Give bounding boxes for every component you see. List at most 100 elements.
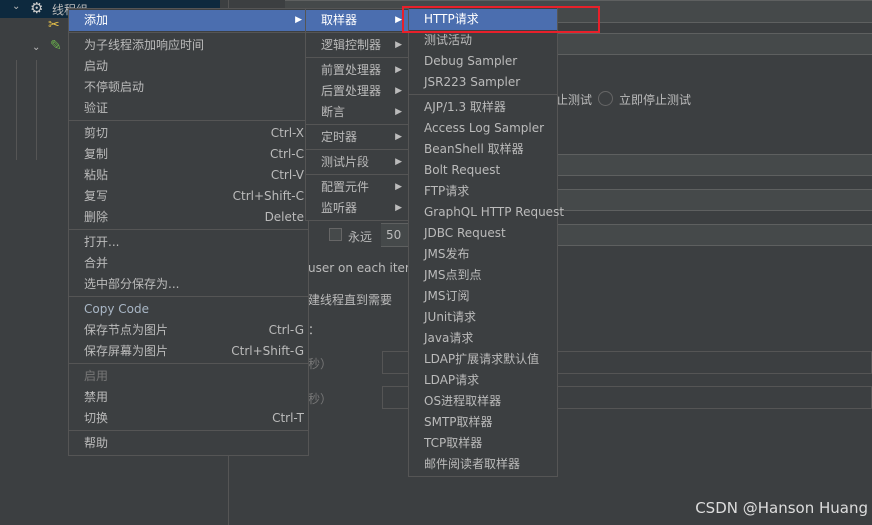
menu-item[interactable]: 配置元件 ▶ [306, 177, 408, 198]
menu-item[interactable]: SMTP取样器 [409, 412, 557, 433]
ramp-up-field[interactable] [545, 189, 872, 211]
pipette-icon: ✎ [50, 38, 62, 54]
menu-item-label: LDAP扩展请求默认值 [424, 352, 540, 366]
menu-item[interactable]: TCP取样器 [409, 433, 557, 454]
menu-item[interactable]: 合并 [69, 253, 308, 274]
forever-checkbox[interactable] [329, 228, 342, 241]
menu-shortcut: Ctrl+Shift-C [232, 189, 304, 203]
watermark: CSDN @Hanson Huang [695, 499, 868, 517]
loop-field[interactable] [545, 224, 872, 246]
menu-item[interactable]: 粘贴 Ctrl-V [69, 165, 308, 186]
submenu-arrow-icon: ▶ [395, 107, 402, 117]
menu-item-label: SMTP取样器 [424, 415, 493, 429]
menu-item[interactable]: 定时器 ▶ [306, 127, 408, 148]
menu-item[interactable]: 添加 ▶ [69, 10, 308, 31]
menu-item[interactable]: JDBC Request [409, 223, 557, 244]
menu-item[interactable]: 帮助 [69, 433, 308, 454]
menu-item[interactable]: JMS订阅 [409, 286, 557, 307]
menu-item[interactable]: 邮件阅读者取样器 [409, 454, 557, 475]
menu-item[interactable]: LDAP扩展请求默认值 [409, 349, 557, 370]
menu-item-label: OS进程取样器 [424, 394, 502, 408]
menu-item-label: Copy Code [84, 302, 149, 316]
menu-item-label: 断言 [321, 105, 346, 119]
tools-icon: ✂ [48, 17, 60, 33]
menu-item-label: 合并 [84, 256, 109, 270]
menu-item[interactable]: 逻辑控制器 ▶ [306, 35, 408, 56]
menu-item[interactable]: 复制 Ctrl-C [69, 144, 308, 165]
menu-item[interactable]: AJP/1.3 取样器 [409, 97, 557, 118]
menu-item-label: JMS发布 [424, 247, 470, 261]
gear-icon: ⚙ [30, 0, 44, 17]
menu-item[interactable]: 删除 Delete [69, 207, 308, 228]
menu-item-label: TCP取样器 [424, 436, 483, 450]
submenu-arrow-icon: ▶ [395, 157, 402, 167]
menu-item-label: LDAP请求 [424, 373, 480, 387]
menu-item[interactable]: LDAP请求 [409, 370, 557, 391]
menu-item-label: JDBC Request [424, 226, 506, 240]
menu-item[interactable]: Access Log Sampler [409, 118, 557, 139]
submenu-arrow-icon: ▶ [395, 65, 402, 75]
menu-item[interactable]: 后置处理器 ▶ [306, 81, 408, 102]
menu-item-label: 帮助 [84, 436, 109, 450]
menu-item[interactable]: JSR223 Sampler [409, 72, 557, 93]
submenu-arrow-icon: ▶ [395, 86, 402, 96]
context-menu: 添加 ▶ 为子线程添加响应时间 启动 不停顿启动验证剪切 Ctrl-X 复制 Ctrl-C 粘贴… [68, 8, 309, 456]
menu-item[interactable]: 断言 ▶ [306, 102, 408, 123]
submenu-arrow-icon: ▶ [295, 15, 302, 25]
loop-count-input[interactable]: 50 [381, 223, 411, 247]
menu-item-label: 启用 [84, 369, 109, 383]
menu-item[interactable]: 不停顿启动 [69, 77, 308, 98]
chevron-down-icon[interactable]: ⌄ [12, 1, 20, 12]
menu-item[interactable]: Debug Sampler [409, 51, 557, 72]
forever-label: 永远 [348, 230, 373, 244]
menu-item-label: Java请求 [424, 331, 474, 345]
menu-item[interactable]: 启用 [69, 366, 308, 387]
menu-item[interactable]: 禁用 [69, 387, 308, 408]
menu-item[interactable]: JMS发布 [409, 244, 557, 265]
menu-item[interactable]: 取样器 ▶ [306, 10, 408, 31]
annotation-box [402, 6, 600, 33]
menu-item-label: 打开... [84, 235, 120, 249]
chevron-down-icon[interactable]: ⌄ [32, 42, 40, 53]
menu-item[interactable]: 选中部分保存为... [69, 274, 308, 295]
menu-shortcut: Ctrl-T [272, 411, 304, 425]
menu-item-label: 复制 [84, 147, 109, 161]
menu-item[interactable]: 保存节点为图片 Ctrl-G [69, 320, 308, 341]
menu-item[interactable]: 打开... [69, 232, 308, 253]
menu-item-label: JUnit请求 [424, 310, 476, 324]
menu-item[interactable]: 为子线程添加响应时间 [69, 35, 308, 56]
menu-item[interactable]: FTP请求 [409, 181, 557, 202]
menu-item[interactable]: JMS点到点 [409, 265, 557, 286]
stop-now-radio[interactable] [598, 91, 613, 106]
menu-item[interactable]: 监听器 ▶ [306, 198, 408, 219]
menu-item-label: BeanShell 取样器 [424, 142, 524, 156]
menu-item[interactable]: Java请求 [409, 328, 557, 349]
submenu-arrow-icon: ▶ [395, 132, 402, 142]
menu-item[interactable]: 测试活动 [409, 30, 557, 51]
menu-item[interactable]: 剪切 Ctrl-X [69, 123, 308, 144]
menu-item[interactable]: 验证 [69, 98, 308, 119]
menu-shortcut: Delete [264, 210, 304, 224]
menu-item[interactable]: JUnit请求 [409, 307, 557, 328]
loop-count-value: 50 [386, 228, 402, 242]
menu-item[interactable]: 复写 Ctrl+Shift-C [69, 186, 308, 207]
menu-item[interactable]: 启动 [69, 56, 308, 77]
menu-item[interactable]: 前置处理器 ▶ [306, 60, 408, 81]
menu-item[interactable]: Copy Code [69, 299, 308, 320]
menu-item[interactable]: BeanShell 取样器 [409, 139, 557, 160]
menu-item-label: Access Log Sampler [424, 121, 545, 135]
menu-item-label: 后置处理器 [321, 84, 382, 98]
menu-item[interactable]: Bolt Request [409, 160, 557, 181]
menu-item[interactable]: 保存屏幕为图片 Ctrl+Shift-G [69, 341, 308, 362]
menu-item[interactable]: GraphQL HTTP Request [409, 202, 564, 223]
submenu-arrow-icon: ▶ [395, 182, 402, 192]
menu-item[interactable]: OS进程取样器 [409, 391, 557, 412]
menu-item-label: 测试活动 [424, 33, 473, 47]
menu-item[interactable]: 切换 Ctrl-T [69, 408, 308, 429]
threads-field[interactable] [545, 154, 872, 176]
menu-item-label: 逻辑控制器 [321, 38, 382, 52]
menu-item-label: 禁用 [84, 390, 109, 404]
stop-test-label: 止测试 [556, 93, 593, 107]
menu-item-label: 验证 [84, 101, 109, 115]
menu-item[interactable]: 测试片段 ▶ [306, 152, 408, 173]
